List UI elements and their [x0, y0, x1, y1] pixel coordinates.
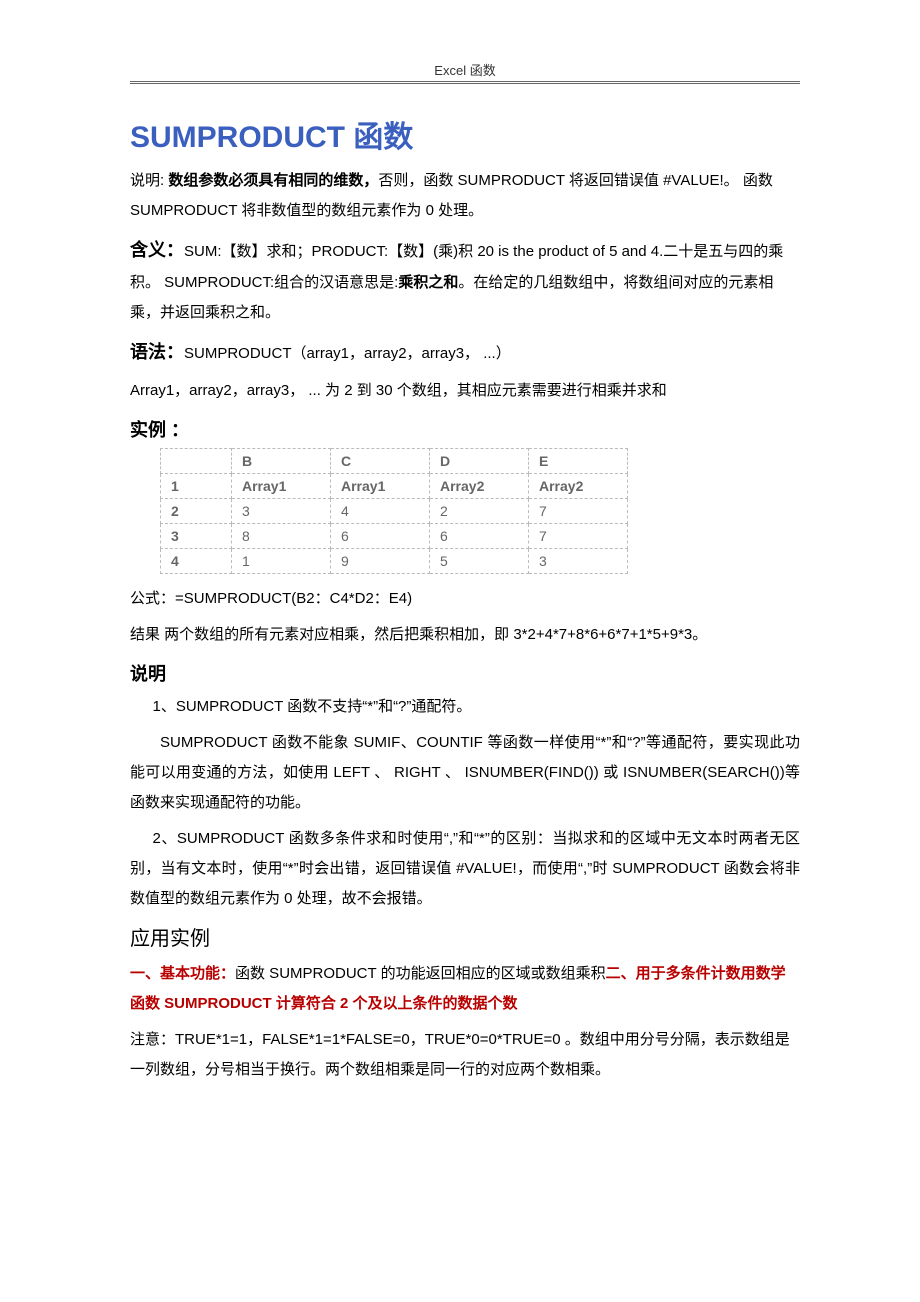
meaning-head: 含义： [130, 240, 184, 260]
meaning-bold: 乘积之和 [398, 274, 458, 291]
table-cell: Array2 [529, 474, 628, 499]
result-label: 结果 [130, 626, 164, 643]
formula-line: 公式：=SUMPRODUCT(B2：C4*D2：E4) [130, 584, 800, 614]
table-header-row: B C D E [161, 449, 628, 474]
header-rule-1 [130, 81, 800, 82]
table-cell: 5 [430, 549, 529, 574]
intro-label: 说明: [130, 172, 168, 189]
syntax-head: 语法： [130, 342, 184, 362]
formula-label: 公式： [130, 590, 175, 607]
table-cell: 2 [430, 499, 529, 524]
table-row: 4 1 9 5 3 [161, 549, 628, 574]
table-cell: Array1 [331, 474, 430, 499]
intro-bold: 数组参数必须具有相同的维数， [168, 172, 378, 189]
table-cell: 1 [232, 549, 331, 574]
table-row: 2 3 4 2 7 [161, 499, 628, 524]
table-cell: 3 [161, 524, 232, 549]
table-cell: 7 [529, 499, 628, 524]
note-head: 说明 [130, 660, 800, 686]
table-cell: 9 [331, 549, 430, 574]
syntax-body: SUMPRODUCT（array1，array2，array3， ...） [184, 345, 511, 362]
table-cell: Array2 [430, 474, 529, 499]
note-1: 1、SUMPRODUCT 函数不支持“*”和“?”通配符。 [130, 692, 800, 722]
app1-body: 函数 SUMPRODUCT 的功能返回相应的区域或数组乘积 [235, 965, 606, 982]
table-cell: 4 [331, 499, 430, 524]
table-cell: 7 [529, 524, 628, 549]
table-cell: 3 [529, 549, 628, 574]
table-cell: 1 [161, 474, 232, 499]
table-cell: 3 [232, 499, 331, 524]
table-cell: 6 [430, 524, 529, 549]
app-note: 注意：TRUE*1=1，FALSE*1=1*FALSE=0，TRUE*0=0*T… [130, 1025, 800, 1085]
example-table-wrap: B C D E 1 Array1 Array1 Array2 Array2 2 … [160, 448, 800, 574]
note-2: 2、SUMPRODUCT 函数多条件求和时使用“,”和“*”的区别：当拟求和的区… [130, 824, 800, 914]
syntax-paragraph: 语法：SUMPRODUCT（array1，array2，array3， ...） [130, 334, 800, 370]
doc-title: SUMPRODUCT 函数 [130, 112, 800, 156]
table-cell [161, 449, 232, 474]
table-cell: 8 [232, 524, 331, 549]
table-cell: 4 [161, 549, 232, 574]
page: Excel 函数 SUMPRODUCT 函数 说明: 数组参数必须具有相同的维数… [0, 0, 920, 1302]
meaning-paragraph: 含义：SUM:【数】求和；PRODUCT:【数】(乘)积 20 is the p… [130, 232, 800, 328]
table-row: 3 8 6 6 7 [161, 524, 628, 549]
table-cell: D [430, 449, 529, 474]
table-cell: 2 [161, 499, 232, 524]
example-table: B C D E 1 Array1 Array1 Array2 Array2 2 … [160, 448, 628, 574]
app-line: 一、基本功能：函数 SUMPRODUCT 的功能返回相应的区域或数组乘积二、用于… [130, 959, 800, 1019]
syntax-note: Array1，array2，array3， ... 为 2 到 30 个数组，其… [130, 376, 800, 406]
table-cell: B [232, 449, 331, 474]
app-head: 应用实例 [130, 922, 800, 951]
formula-body: =SUMPRODUCT(B2：C4*D2：E4) [175, 590, 412, 607]
table-row: 1 Array1 Array1 Array2 Array2 [161, 474, 628, 499]
result-body: 两个数组的所有元素对应相乘，然后把乘积相加，即 3*2+4*7+8*6+6*7+… [164, 626, 707, 643]
result-line: 结果 两个数组的所有元素对应相乘，然后把乘积相加，即 3*2+4*7+8*6+6… [130, 620, 800, 650]
intro-paragraph: 说明: 数组参数必须具有相同的维数，否则，函数 SUMPRODUCT 将返回错误… [130, 166, 800, 226]
table-cell: C [331, 449, 430, 474]
header-rule-2 [130, 83, 800, 84]
page-header: Excel 函数 [130, 60, 800, 81]
table-cell: 6 [331, 524, 430, 549]
example-head: 实例 ： [130, 416, 800, 442]
table-cell: E [529, 449, 628, 474]
table-cell: Array1 [232, 474, 331, 499]
note-1-body: SUMPRODUCT 函数不能象 SUMIF、COUNTIF 等函数一样使用“*… [130, 728, 800, 818]
app1-label: 一、基本功能： [130, 965, 235, 982]
